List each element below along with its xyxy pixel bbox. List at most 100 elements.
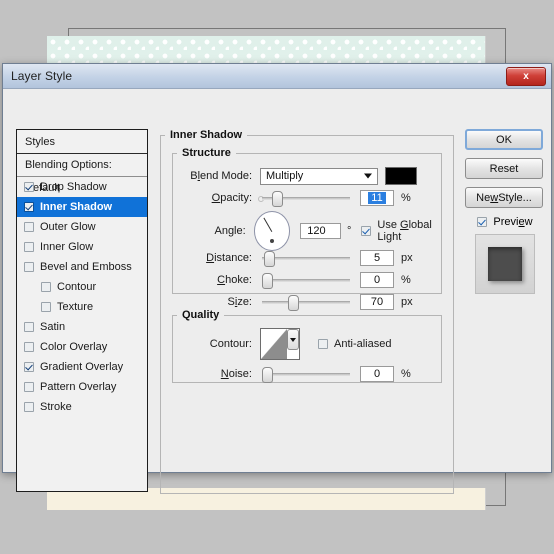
effect-checkbox-icon[interactable]	[24, 342, 34, 352]
effect-checkbox-icon[interactable]	[24, 242, 34, 252]
styles-list-item[interactable]: Pattern Overlay	[17, 377, 147, 397]
angle-unit: °	[347, 225, 352, 237]
size-unit: px	[401, 296, 413, 308]
blending-options-row[interactable]: Blending Options: Default	[17, 154, 147, 194]
choke-input[interactable]: 0	[360, 272, 394, 288]
styles-list-header[interactable]: Styles	[17, 130, 147, 154]
choke-slider-thumb[interactable]	[262, 273, 273, 289]
settings-area: Inner Shadow Structure Quality Blend Mod…	[160, 129, 454, 494]
opacity-row: Opacity: 11 %	[182, 189, 440, 207]
use-global-light-label: Use Global Light	[377, 219, 432, 243]
distance-input[interactable]: 5	[360, 250, 394, 266]
use-global-light-toggle[interactable]: Use Global Light	[361, 219, 450, 243]
styles-list-item[interactable]: Contour	[17, 277, 147, 297]
size-slider[interactable]	[262, 295, 350, 311]
ok-button[interactable]: OK	[465, 129, 543, 150]
choke-unit: %	[401, 274, 411, 286]
angle-input[interactable]: 120	[300, 223, 342, 239]
use-global-light-checkbox-icon[interactable]	[361, 226, 372, 236]
styles-list-item[interactable]: Outer Glow	[17, 217, 147, 237]
effect-checkbox-icon[interactable]	[24, 402, 34, 412]
opacity-slider[interactable]	[258, 191, 350, 207]
anti-aliased-checkbox-icon[interactable]	[318, 339, 328, 349]
styles-list-item-label: Pattern Overlay	[40, 381, 117, 393]
dialog-body: Styles Blending Options: Default Drop Sh…	[3, 89, 551, 494]
styles-list-item-label: Satin	[40, 321, 66, 333]
choke-slider[interactable]	[262, 273, 350, 289]
angle-dial-knob[interactable]	[269, 239, 274, 244]
styles-list-item[interactable]: Inner Glow	[17, 237, 147, 257]
styles-list-rows: Drop Shadow Inner Shadow Outer Glow Inner G…	[17, 177, 147, 417]
styles-list-item[interactable]: Stroke	[17, 397, 147, 417]
opacity-value: 11	[368, 192, 386, 204]
close-icon[interactable]: x	[506, 66, 546, 86]
effect-checkbox-icon[interactable]	[24, 182, 34, 192]
noise-value: 0	[373, 368, 381, 380]
effect-checkbox-icon[interactable]	[41, 282, 51, 292]
styles-list-item[interactable]: Color Overlay	[17, 337, 147, 357]
effect-checkbox-icon[interactable]	[24, 382, 34, 392]
blend-mode-select[interactable]: Multiply	[260, 167, 378, 185]
distance-unit: px	[401, 252, 413, 264]
choke-row: Choke: 0 %	[182, 271, 440, 289]
styles-list-item-label: Contour	[57, 281, 97, 293]
size-input[interactable]: 70	[360, 294, 394, 310]
styles-list-item-label: Inner Glow	[40, 241, 94, 253]
noise-row: Noise: 0 %	[182, 365, 440, 383]
angle-row: Angle: 120 ° Use Global Light	[182, 211, 450, 251]
dialog-titlebar[interactable]: Layer Style x	[3, 64, 551, 89]
distance-row: Distance: 5 px	[182, 249, 440, 267]
anti-aliased-label: Anti-aliased	[334, 338, 392, 350]
styles-list-item[interactable]: Texture	[17, 297, 147, 317]
effect-checkbox-icon[interactable]	[24, 202, 34, 212]
noise-slider-thumb[interactable]	[262, 367, 273, 383]
shadow-color-swatch[interactable]	[385, 167, 417, 185]
styles-list-item[interactable]: Inner Shadow	[17, 197, 147, 217]
blend-mode-label: Blend Mode:	[190, 170, 252, 182]
effect-checkbox-icon[interactable]	[24, 222, 34, 232]
chevron-down-icon	[364, 173, 372, 179]
styles-list-item[interactable]: Bevel and Emboss	[17, 257, 147, 277]
size-slider-track	[262, 301, 350, 304]
effect-checkbox-icon[interactable]	[24, 362, 34, 372]
contour-dropdown-arrow-icon[interactable]	[287, 329, 299, 350]
blend-mode-row: Blend Mode: Multiply	[182, 167, 440, 185]
opacity-label: Opacity:	[211, 192, 252, 204]
styles-list-item[interactable]: Satin	[17, 317, 147, 337]
reset-button[interactable]: Reset	[465, 158, 543, 179]
effect-checkbox-icon[interactable]	[24, 262, 34, 272]
opacity-slider-thumb[interactable]	[272, 191, 283, 207]
effect-checkbox-icon[interactable]	[41, 302, 51, 312]
styles-list-item-label: Gradient Overlay	[40, 361, 124, 373]
preview-toggle[interactable]: Preview	[465, 216, 545, 228]
distance-label: Distance:	[206, 252, 252, 264]
structure-group-title: Structure	[182, 147, 231, 159]
styles-list-item-label: Outer Glow	[40, 221, 96, 233]
preview-checkbox-icon[interactable]	[477, 217, 488, 227]
size-value: 70	[370, 296, 384, 308]
styles-list-item[interactable]: Gradient Overlay	[17, 357, 147, 377]
styles-list: Styles Blending Options: Default Drop Sh…	[16, 129, 148, 492]
opacity-input[interactable]: 11	[360, 190, 394, 206]
size-label: Size:	[227, 296, 252, 308]
distance-slider[interactable]	[262, 251, 350, 267]
contour-preset-select[interactable]	[260, 328, 300, 360]
dialog-action-buttons: OK Reset Ne w Style... Preview	[465, 129, 545, 294]
dialog-title: Layer Style	[11, 69, 73, 83]
new-style-button[interactable]: Ne w Style...	[465, 187, 543, 208]
noise-slider[interactable]	[262, 367, 350, 383]
preview-label: Preview	[493, 216, 533, 228]
noise-input[interactable]: 0	[360, 366, 394, 382]
angle-dial-needle	[263, 217, 273, 232]
style-preview-shape	[488, 247, 522, 281]
noise-slider-track	[262, 373, 350, 376]
distance-slider-thumb[interactable]	[264, 251, 275, 267]
anti-aliased-toggle[interactable]: Anti-aliased	[318, 338, 391, 350]
angle-dial[interactable]	[253, 211, 291, 251]
blend-mode-value: Multiply	[266, 170, 304, 182]
inner-shadow-group-title: Inner Shadow	[170, 129, 243, 141]
screen: Layer Style x Styles Blending Options: D…	[0, 0, 554, 554]
effect-checkbox-icon[interactable]	[24, 322, 34, 332]
styles-list-item-label: Bevel and Emboss	[40, 261, 132, 273]
size-slider-thumb[interactable]	[288, 295, 299, 311]
